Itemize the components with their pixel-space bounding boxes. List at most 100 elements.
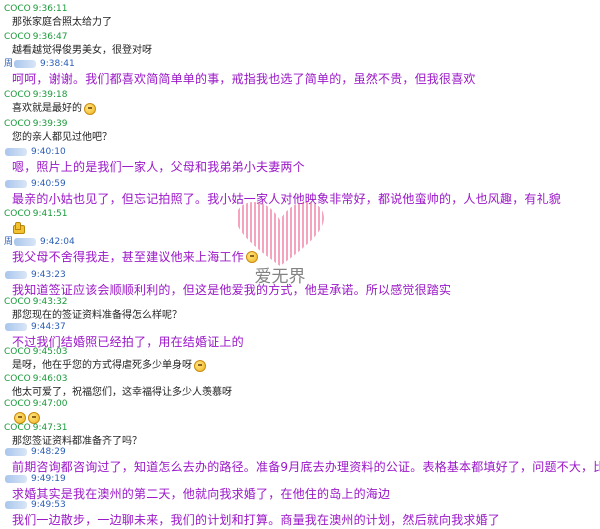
chat-transcript: COCO 9:36:11 那张家庭合照太给力了 COCO 9:36:47 越看越觉得俊男美… bbox=[0, 0, 600, 527]
message-timestamp: 9:39:18 bbox=[32, 90, 68, 100]
message-header: COCO 9:36:47 bbox=[0, 31, 600, 43]
message-timestamp: 9:47:00 bbox=[32, 399, 68, 409]
message-header: COCO 9:41:51 bbox=[0, 208, 600, 220]
smile-emoji-icon bbox=[84, 103, 96, 115]
message-header: 周 9:42:04 bbox=[0, 236, 600, 248]
message-timestamp: 9:47:31 bbox=[32, 423, 68, 433]
sender-name: 周 bbox=[4, 59, 14, 69]
message-text: 那张家庭合照太给力了 bbox=[12, 17, 112, 28]
message-text: 喜欢就是最好的 bbox=[12, 103, 82, 114]
message-timestamp: 9:45:03 bbox=[32, 347, 68, 357]
message-header: COCO 9:39:39 bbox=[0, 118, 600, 130]
sender-name: COCO bbox=[4, 423, 31, 433]
chat-message: COCO 9:39:18 喜欢就是最好的 bbox=[0, 89, 600, 117]
sender-name: 周 bbox=[4, 237, 14, 247]
message-timestamp: 9:36:11 bbox=[32, 4, 68, 14]
message-timestamp: 9:41:51 bbox=[32, 209, 68, 219]
message-body: 最亲的小姑也见了，但忘记拍照了。我小姑一家人对他映象非常好，都说他蛮帅的，人也风… bbox=[0, 190, 600, 208]
redacted-name bbox=[5, 323, 27, 331]
message-header: 9:48:29 bbox=[0, 446, 600, 458]
message-body: 您的亲人都见过他吧？ bbox=[0, 130, 600, 146]
message-text: 呵呵，谢谢。我们都喜欢简简单单的事，戒指我也选了简单的，虽然不贵，但我很喜欢 bbox=[12, 72, 476, 86]
message-timestamp: 9:43:23 bbox=[31, 270, 66, 280]
message-header: 9:40:59 bbox=[0, 178, 600, 190]
message-timestamp: 9:44:37 bbox=[31, 322, 66, 332]
redacted-name bbox=[5, 271, 27, 279]
message-text: 最亲的小姑也见了，但忘记拍照了。我小姑一家人对他映象非常好，都说他蛮帅的，人也风… bbox=[12, 192, 562, 206]
message-timestamp: 9:38:41 bbox=[40, 59, 75, 69]
message-timestamp: 9:36:47 bbox=[32, 32, 68, 42]
message-body bbox=[0, 220, 600, 236]
redacted-name bbox=[5, 148, 27, 156]
message-timestamp: 9:42:04 bbox=[40, 237, 75, 247]
message-text: 我们一边散步，一边聊未来，我们的计划和打算。商量我在澳州的计划，然后就向我求婚了 bbox=[12, 513, 501, 527]
message-body: 呵呵，谢谢。我们都喜欢简简单单的事，戒指我也选了简单的，虽然不贵，但我很喜欢 bbox=[0, 70, 600, 88]
sender-name: COCO bbox=[4, 209, 31, 219]
message-body: 我们一边散步，一边聊未来，我们的计划和打算。商量我在澳州的计划，然后就向我求婚了 bbox=[0, 511, 600, 529]
sender-name: COCO bbox=[4, 119, 31, 129]
message-timestamp: 9:39:39 bbox=[32, 119, 68, 129]
message-header: 9:40:10 bbox=[0, 146, 600, 158]
chat-message: COCO 9:39:39 您的亲人都见过他吧？ bbox=[0, 118, 600, 146]
sender-name: COCO bbox=[4, 374, 31, 384]
chat-message: COCO 9:36:47 越看越觉得俊男美女，很登对呀 bbox=[0, 31, 600, 59]
sender-name: COCO bbox=[4, 297, 31, 307]
chat-message: COCO 9:45:03 是呀，他在乎您的方式得虐死多少单身呀 bbox=[0, 346, 600, 374]
message-header: 周 9:38:41 bbox=[0, 58, 600, 70]
message-body: 越看越觉得俊男美女，很登对呀 bbox=[0, 43, 600, 59]
redacted-name bbox=[14, 60, 37, 68]
chat-message: 9:43:23 我知道签证应该会顺顺利利的，但这是他爱我的方式，他是承诺。所以感觉… bbox=[0, 269, 600, 299]
message-timestamp: 9:49:53 bbox=[31, 500, 66, 510]
sender-name: COCO bbox=[4, 90, 31, 100]
sender-name: COCO bbox=[4, 32, 31, 42]
message-text: 我父母不舍得我走，甚至建议他来上海工作 bbox=[12, 250, 244, 264]
message-text: 嗯，照片上的是我们一家人，父母和我弟弟小夫妻两个 bbox=[12, 160, 305, 174]
chat-message: COCO 9:43:32 那您现在的签证资料准备得怎么样呢？ bbox=[0, 296, 600, 324]
redacted-name bbox=[5, 501, 27, 509]
redacted-name bbox=[5, 448, 27, 456]
sender-name: COCO bbox=[4, 4, 31, 14]
smile-emoji-icon bbox=[194, 360, 206, 372]
redacted-name bbox=[14, 238, 37, 246]
chat-message: 周 9:42:04 我父母不舍得我走，甚至建议他来上海工作 bbox=[0, 236, 600, 266]
chat-message: 9:48:29 前期咨询都咨询过了，知道怎么去办的路径。准备9月底去办理资料的公证… bbox=[0, 446, 600, 476]
message-body: 那张家庭合照太给力了 bbox=[0, 15, 600, 31]
sender-name: COCO bbox=[4, 399, 31, 409]
message-header: COCO 9:36:11 bbox=[0, 3, 600, 15]
message-timestamp: 9:48:29 bbox=[31, 447, 66, 457]
message-header: 9:49:19 bbox=[0, 473, 600, 485]
chat-message: 9:40:59 最亲的小姑也见了，但忘记拍照了。我小姑一家人对他映象非常好，都说他… bbox=[0, 178, 600, 208]
message-header: 9:44:37 bbox=[0, 321, 600, 333]
message-timestamp: 9:49:19 bbox=[31, 474, 66, 484]
message-text: 是呀，他在乎您的方式得虐死多少单身呀 bbox=[12, 360, 192, 371]
message-timestamp: 9:40:59 bbox=[31, 179, 66, 189]
message-header: COCO 9:43:32 bbox=[0, 296, 600, 308]
chat-message: 9:49:53 我们一边散步，一边聊未来，我们的计划和打算。商量我在澳州的计划，然… bbox=[0, 499, 600, 529]
message-header: COCO 9:47:31 bbox=[0, 422, 600, 434]
message-text: 您的亲人都见过他吧？ bbox=[12, 132, 112, 143]
chat-message: 9:40:10 嗯，照片上的是我们一家人，父母和我弟弟小夫妻两个 bbox=[0, 146, 600, 176]
message-header: 9:43:23 bbox=[0, 269, 600, 281]
chat-message: COCO 9:41:51 bbox=[0, 208, 600, 236]
message-header: COCO 9:46:03 bbox=[0, 373, 600, 385]
chat-message: COCO 9:36:11 那张家庭合照太给力了 bbox=[0, 3, 600, 31]
chat-message: 周 9:38:41 呵呵，谢谢。我们都喜欢简简单单的事，戒指我也选了简单的，虽然不贵… bbox=[0, 58, 600, 88]
message-header: COCO 9:45:03 bbox=[0, 346, 600, 358]
message-body: 喜欢就是最好的 bbox=[0, 101, 600, 117]
smile-emoji-icon bbox=[245, 251, 258, 263]
message-header: 9:49:53 bbox=[0, 499, 600, 511]
message-text: 越看越觉得俊男美女，很登对呀 bbox=[12, 45, 152, 56]
message-timestamp: 9:46:03 bbox=[32, 374, 68, 384]
redacted-name bbox=[5, 180, 27, 188]
message-body: 我父母不舍得我走，甚至建议他来上海工作 bbox=[0, 248, 600, 266]
sender-name: COCO bbox=[4, 347, 31, 357]
message-header: COCO 9:39:18 bbox=[0, 89, 600, 101]
message-timestamp: 9:43:32 bbox=[32, 297, 68, 307]
thumbs-up-icon bbox=[12, 222, 25, 234]
message-body: 嗯，照片上的是我们一家人，父母和我弟弟小夫妻两个 bbox=[0, 158, 600, 176]
chat-message: COCO 9:46:03 他太可爱了，祝福您们，这幸福得让多少人羡慕呀 bbox=[0, 373, 600, 401]
message-timestamp: 9:40:10 bbox=[31, 147, 66, 157]
redacted-name bbox=[5, 475, 27, 483]
message-body: 是呀，他在乎您的方式得虐死多少单身呀 bbox=[0, 358, 600, 374]
message-header: COCO 9:47:00 bbox=[0, 398, 600, 410]
